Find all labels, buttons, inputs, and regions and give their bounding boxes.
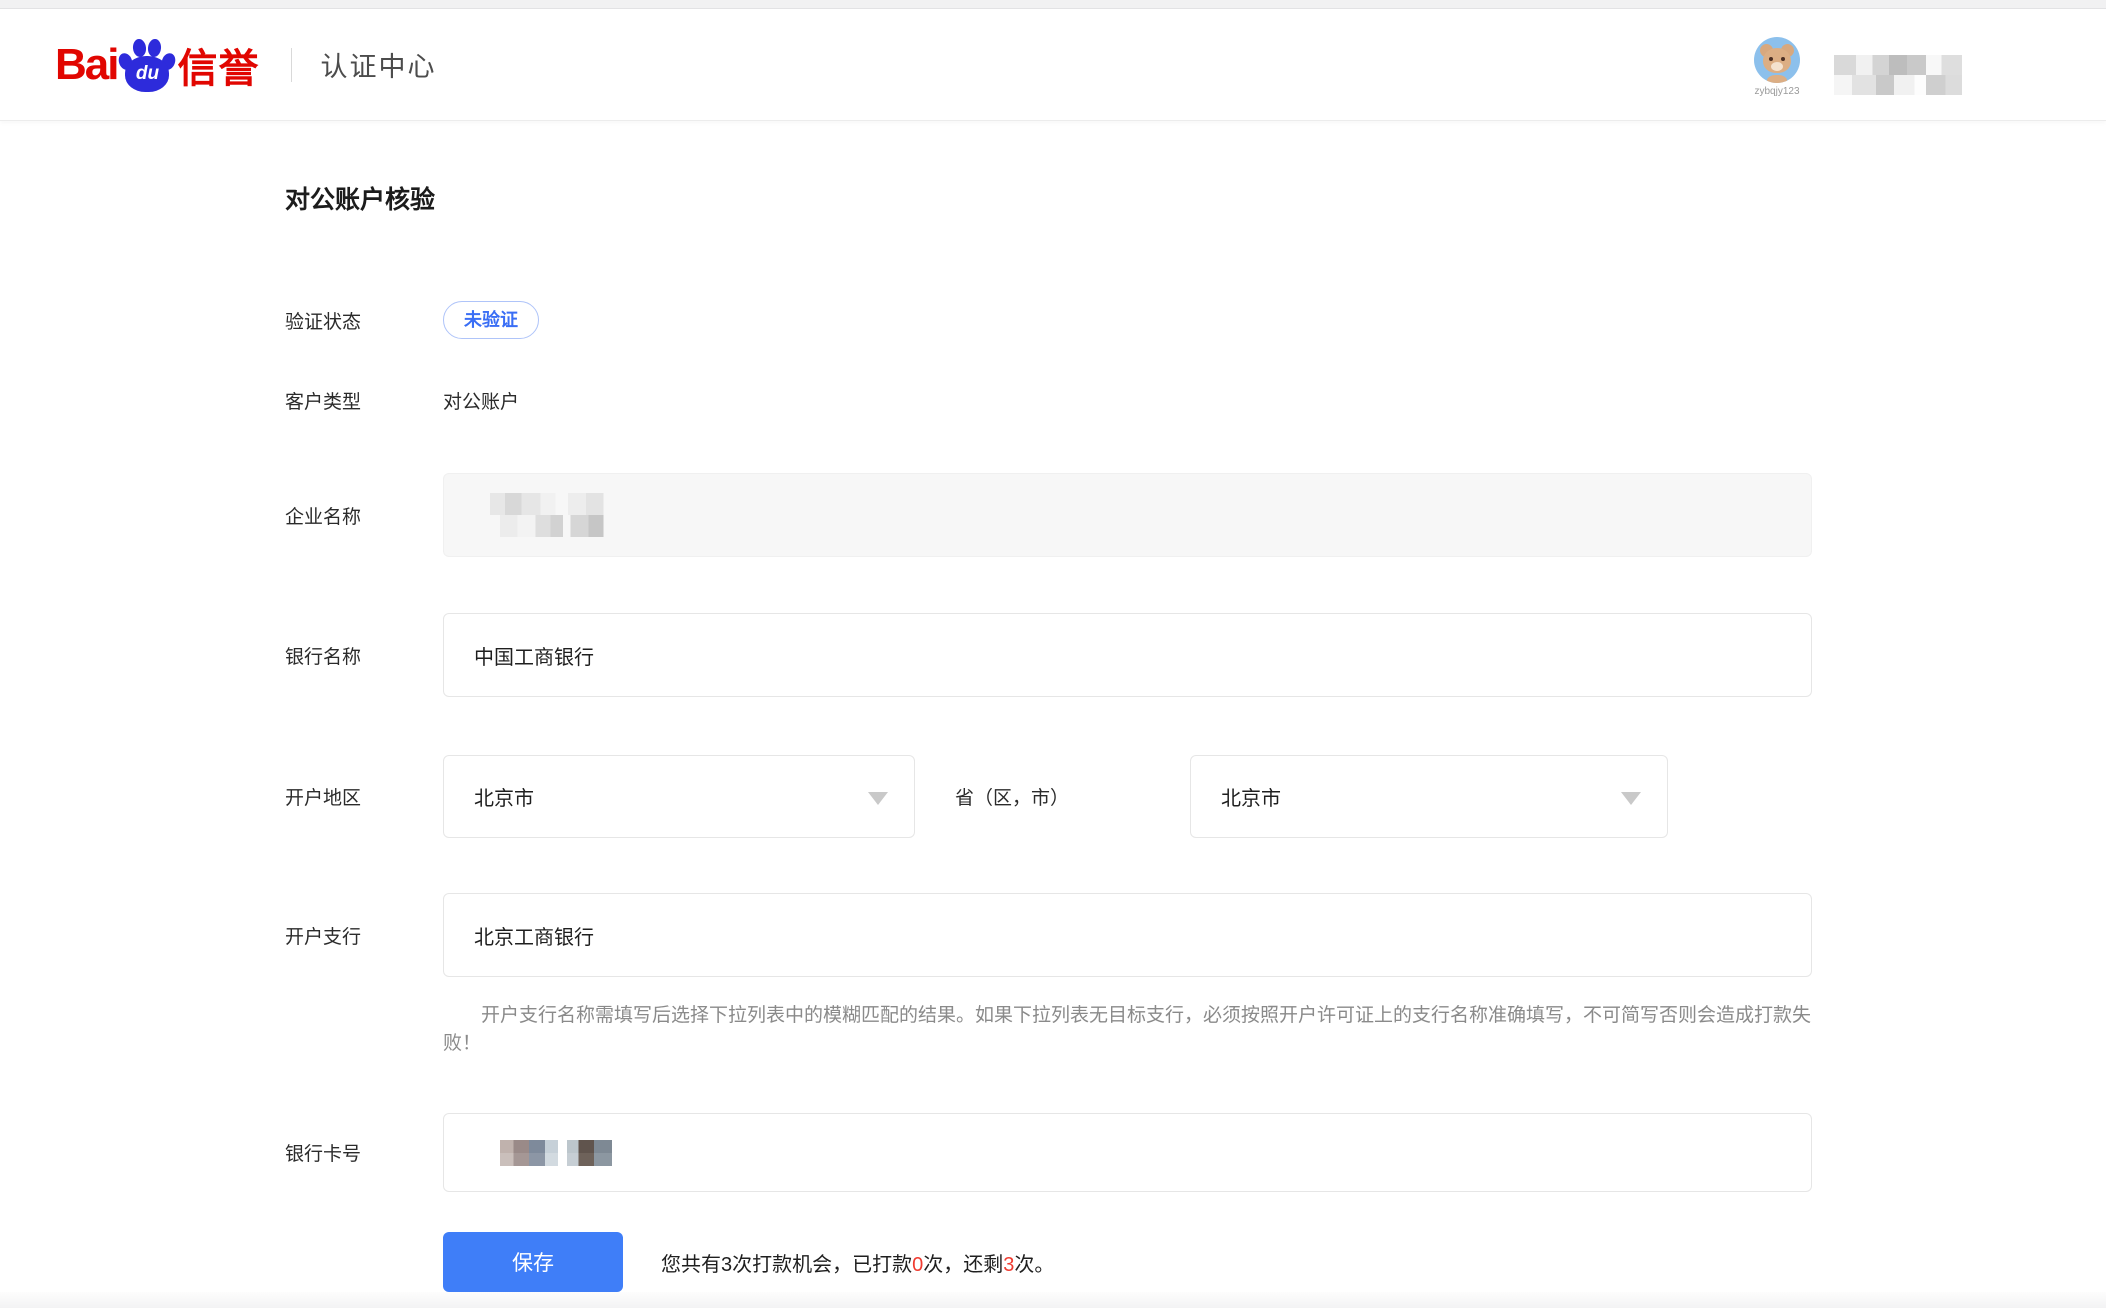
top-strip [0,0,2106,9]
bank-name-label: 银行名称 [285,642,443,669]
redacted-card-number [500,1140,612,1166]
username: zybqjy123 [1752,86,1802,97]
form-row-company: 企业名称 [285,473,2106,557]
footer-strip [0,1292,2106,1308]
form-row-branch: 开户支行 北京工商银行 [285,893,2106,977]
card-number-label: 银行卡号 [285,1139,443,1166]
status-badge: 未验证 [443,301,539,339]
city-select[interactable]: 北京市 [1190,755,1668,838]
payment-note-text: 次打款机会，已打款 [732,1254,912,1276]
logo-text-du: du [136,63,159,85]
card-number-input[interactable] [443,1113,1812,1192]
baidu-paw-icon: du [119,38,175,92]
customer-type-value: 对公账户 [443,387,519,414]
region-label: 开户地区 [285,783,443,810]
company-name-label: 企业名称 [285,502,443,529]
header-divider [291,48,292,82]
user-avatar[interactable] [1754,37,1800,83]
payment-note-text: 次。 [1014,1254,1054,1276]
payment-note-text: 次，还剩 [923,1254,1003,1276]
payment-note: 您共有3次打款机会，已打款0次，还剩3次。 [661,1248,1054,1277]
form-row-card: 银行卡号 [285,1113,2106,1192]
form-row-bank: 银行名称 中国工商银行 [285,613,2106,697]
company-name-input [443,473,1812,557]
main-content: 对公账户核验 验证状态 未验证 客户类型 对公账户 企业名称 银行名称 中国工商… [0,185,2106,1292]
province-select-value: 北京市 [474,782,534,811]
payment-remaining-count: 3 [1003,1254,1014,1276]
payment-note-text: 您共有 [661,1254,721,1276]
payment-total-count: 3 [721,1254,732,1276]
page-title: 对公账户核验 [285,185,2106,215]
region-middle-label: 省（区，市） [955,783,1115,810]
user-avatar-block[interactable]: zybqjy123 [1752,37,1802,97]
nav-title: 认证中心 [320,45,436,84]
form-row-customer-type: 客户类型 对公账户 [285,387,2106,413]
form-row-region: 开户地区 北京市 省（区，市） 北京市 [285,755,2106,838]
header: Bai du 信誉 认证中心 zybqjy123 [0,9,2106,121]
save-row: 保存 您共有3次打款机会，已打款0次，还剩3次。 [443,1232,2106,1292]
branch-input[interactable]: 北京工商银行 [443,893,1812,977]
province-select[interactable]: 北京市 [443,755,915,838]
customer-type-label: 客户类型 [285,387,443,414]
form-row-status: 验证状态 未验证 [285,301,2106,339]
logo-text-xinyu: 信誉 [177,36,259,94]
payment-paid-count: 0 [912,1254,923,1276]
status-label: 验证状态 [285,307,443,334]
branch-note: 开户支行名称需填写后选择下拉列表中的模糊匹配的结果。如果下拉列表无目标支行，必须… [443,1002,1815,1058]
save-button[interactable]: 保存 [443,1232,623,1292]
bank-name-input[interactable]: 中国工商银行 [443,613,1812,697]
logo-text-bai: Bai [55,40,117,90]
baidu-xinyu-logo[interactable]: Bai du 信誉 [55,36,259,94]
redacted-company-name [490,493,616,537]
branch-value: 北京工商银行 [474,921,594,950]
redacted-account-name [1834,55,1962,95]
bank-name-value: 中国工商银行 [474,641,594,670]
chevron-down-icon [1621,792,1641,805]
city-select-value: 北京市 [1221,782,1281,811]
chevron-down-icon [868,792,888,805]
branch-label: 开户支行 [285,922,443,949]
